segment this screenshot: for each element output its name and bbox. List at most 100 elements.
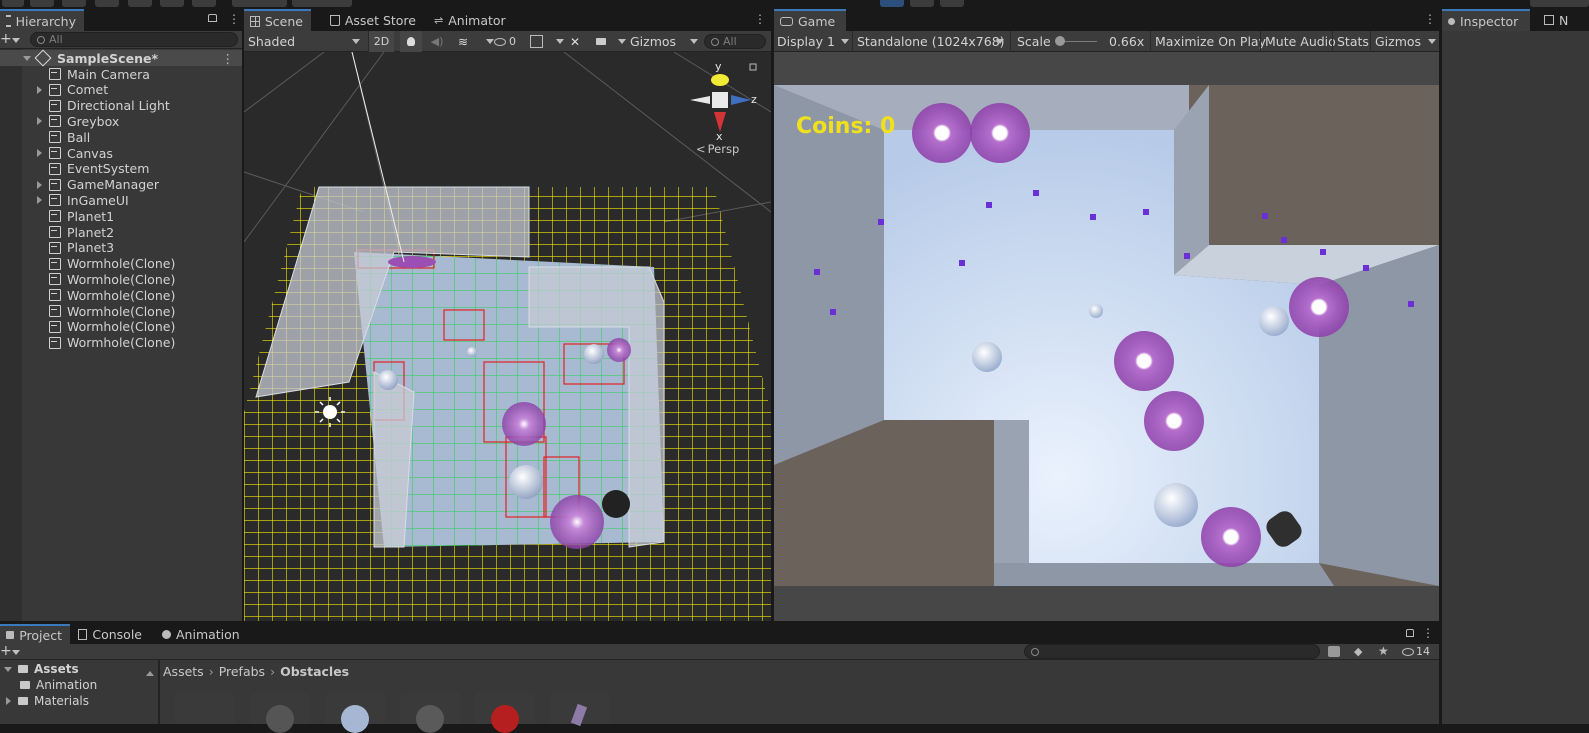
breadcrumb-prefabs[interactable]: Prefabs: [219, 664, 265, 679]
pause-button[interactable]: [910, 0, 934, 7]
x-axis-cone[interactable]: [714, 112, 726, 132]
tag-icon[interactable]: ◆: [1354, 646, 1362, 657]
hierarchy-item[interactable]: Wormhole(Clone): [0, 335, 242, 351]
asset-thumbnail[interactable]: [175, 693, 235, 724]
tab-game[interactable]: Game: [774, 9, 846, 31]
hierarchy-item[interactable]: Ball: [0, 129, 242, 145]
planet-sphere[interactable]: [1259, 306, 1289, 336]
z-axis-cone[interactable]: [731, 95, 751, 105]
hierarchy-item[interactable]: Main Camera: [0, 66, 242, 82]
tab-scene[interactable]: Scene: [244, 9, 311, 31]
wormhole[interactable]: [550, 495, 604, 549]
hierarchy-item[interactable]: Wormhole(Clone): [0, 303, 242, 319]
hierarchy-item[interactable]: InGameUI: [0, 192, 242, 208]
tab-hierarchy[interactable]: Hierarchy: [0, 9, 84, 31]
hierarchy-item[interactable]: Planet1: [0, 208, 242, 224]
chevron-down-icon[interactable]: [4, 666, 12, 672]
kebab-menu-icon[interactable]: ⋮: [1422, 627, 1434, 639]
hierarchy-item[interactable]: Canvas: [0, 145, 242, 161]
wormhole[interactable]: [1201, 507, 1261, 567]
gizmos-dropdown[interactable]: Gizmos: [630, 31, 698, 52]
project-search-input[interactable]: [1024, 644, 1320, 659]
kebab-menu-icon[interactable]: ⋮: [228, 13, 240, 25]
hierarchy-item[interactable]: Wormhole(Clone): [0, 271, 242, 287]
hierarchy-item[interactable]: Comet: [0, 82, 242, 98]
kebab-menu-icon[interactable]: ⋮: [222, 51, 235, 66]
scene-search-input[interactable]: All: [704, 34, 766, 49]
chevron-right-icon[interactable]: [37, 117, 42, 126]
scene-viewport[interactable]: y z x < Persp: [244, 52, 771, 621]
shading-mode-dropdown[interactable]: Shaded: [248, 31, 362, 52]
asset-thumbnail[interactable]: [400, 693, 460, 733]
wormhole[interactable]: [1289, 277, 1349, 337]
play-button[interactable]: [880, 0, 904, 7]
scale-slider-thumb[interactable]: [1055, 36, 1065, 46]
camera-toggle[interactable]: [596, 31, 612, 52]
tab-inspector[interactable]: Inspector: [1442, 9, 1530, 31]
asset-thumbnail[interactable]: [475, 693, 535, 733]
chevron-right-icon[interactable]: [37, 180, 42, 189]
audio-toggle[interactable]: ◀): [426, 31, 448, 52]
tab-animation[interactable]: Animation: [156, 624, 248, 644]
game-viewport[interactable]: Coins: 0: [774, 52, 1439, 621]
display-dropdown[interactable]: Display 1: [777, 31, 849, 52]
pivot-button[interactable]: [232, 0, 287, 7]
wormhole[interactable]: [970, 103, 1030, 163]
scene-row[interactable]: SampleScene* ⋮: [0, 49, 242, 67]
wormhole[interactable]: [1144, 391, 1204, 451]
chevron-down-icon[interactable]: [12, 38, 20, 43]
game-render[interactable]: [774, 85, 1439, 586]
stats-toggle[interactable]: Stats: [1332, 31, 1370, 52]
toolbar-button[interactable]: [128, 0, 152, 7]
toolbar-button[interactable]: [62, 0, 86, 7]
chevron-down-icon[interactable]: [618, 39, 626, 44]
tree-item-animation[interactable]: Animation: [20, 678, 97, 692]
y-axis-cone[interactable]: [711, 74, 729, 86]
chevron-right-icon[interactable]: [6, 697, 11, 705]
comet-object[interactable]: [602, 490, 630, 518]
tab-navigation[interactable]: N: [1538, 9, 1589, 31]
planet-sphere[interactable]: [378, 370, 398, 390]
projection-toggle[interactable]: < Persp: [696, 142, 739, 156]
wormhole[interactable]: [388, 256, 436, 268]
effects-toggle[interactable]: ≋: [452, 31, 474, 52]
lock-icon[interactable]: [208, 14, 217, 22]
chevron-down-icon[interactable]: [23, 55, 31, 61]
x-neg-axis-cone[interactable]: [690, 96, 710, 104]
grid-toggle[interactable]: [530, 31, 546, 52]
wormhole[interactable]: [1114, 331, 1174, 391]
wormhole[interactable]: [912, 103, 972, 163]
tab-console[interactable]: Console: [72, 624, 150, 644]
scene-3d-view[interactable]: [244, 52, 771, 621]
hierarchy-item[interactable]: EventSystem: [0, 161, 242, 177]
resolution-dropdown[interactable]: Standalone (1024x768): [852, 31, 1006, 52]
chevron-right-icon[interactable]: [37, 196, 42, 205]
mute-audio-toggle[interactable]: Mute Audio: [1260, 31, 1336, 52]
tree-item-materials[interactable]: Materials: [6, 694, 89, 708]
hierarchy-item[interactable]: Wormhole(Clone): [0, 256, 242, 272]
hierarchy-item[interactable]: Planet3: [0, 240, 242, 256]
hierarchy-item[interactable]: Wormhole(Clone): [0, 319, 242, 335]
step-button[interactable]: [940, 0, 964, 7]
hierarchy-item[interactable]: GameManager: [0, 177, 242, 193]
add-icon[interactable]: +: [0, 644, 12, 658]
planet-sphere[interactable]: [972, 342, 1002, 372]
chevron-down-icon[interactable]: [12, 650, 20, 655]
toolbar-button[interactable]: [2, 0, 24, 7]
wormhole[interactable]: [607, 338, 631, 362]
planet-sphere[interactable]: [509, 465, 543, 499]
lock-icon[interactable]: [1406, 629, 1414, 637]
filter-by-type-icon[interactable]: [1328, 646, 1340, 657]
add-icon[interactable]: +: [0, 32, 12, 46]
account-button[interactable]: [1530, 0, 1589, 7]
tree-collapse-icon[interactable]: [146, 665, 154, 679]
toolbar-button[interactable]: [160, 0, 184, 7]
kebab-menu-icon[interactable]: ⋮: [1424, 13, 1436, 25]
tree-item-assets[interactable]: Assets: [4, 662, 79, 676]
chevron-down-icon[interactable]: [486, 39, 494, 44]
lighting-toggle[interactable]: [400, 31, 422, 52]
planet-sphere[interactable]: [584, 344, 604, 364]
tab-asset-store[interactable]: Asset Store: [324, 9, 424, 31]
asset-thumbnail[interactable]: [250, 693, 310, 733]
star-icon[interactable]: ★: [1378, 645, 1389, 657]
